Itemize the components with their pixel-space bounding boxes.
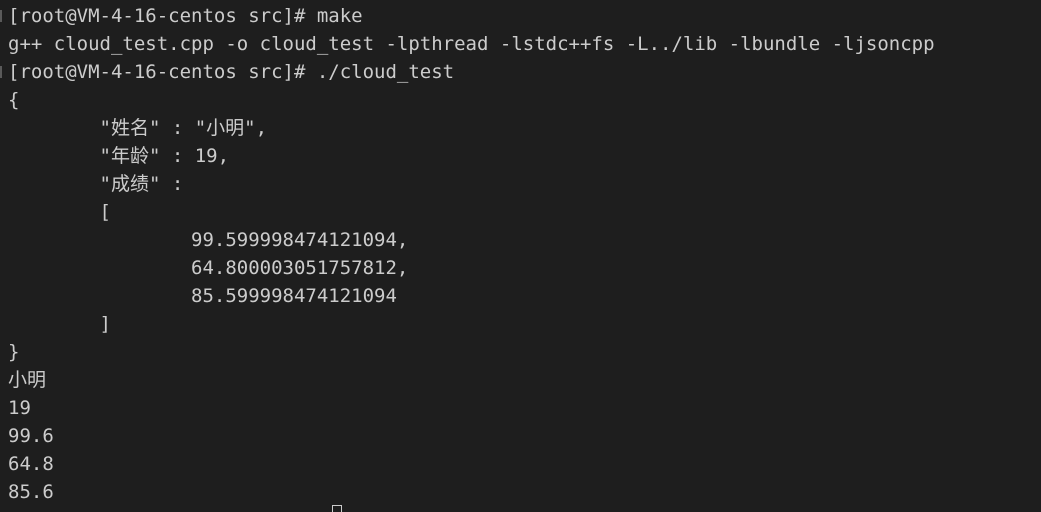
prompt-marker — [0, 66, 2, 78]
output-score: 64.8 — [8, 453, 54, 475]
terminal-output[interactable]: [root@VM-4-16-centos src]# make g++ clou… — [0, 0, 1041, 512]
prompt-line-run: [root@VM-4-16-centos src]# ./cloud_test — [8, 61, 455, 83]
output-name: 小明 — [8, 369, 47, 391]
json-score-value: 99.599998474121094, — [8, 229, 409, 251]
prompt-line-make: [root@VM-4-16-centos src]# make — [8, 5, 363, 27]
json-age-field: "年龄" : 19, — [8, 145, 230, 167]
json-score-key: "成绩" : — [8, 173, 184, 195]
json-open-brace: { — [8, 89, 20, 111]
output-score: 99.6 — [8, 425, 54, 447]
prompt-marker — [0, 10, 2, 22]
terminal-cursor — [332, 505, 342, 512]
json-score-value: 85.599998474121094 — [8, 285, 397, 307]
json-array-open: [ — [8, 201, 111, 223]
compile-command-output: g++ cloud_test.cpp -o cloud_test -lpthre… — [8, 33, 935, 55]
json-score-value: 64.800003051757812, — [8, 257, 409, 279]
json-close-brace: } — [8, 341, 20, 363]
json-name-field: "姓名" : "小明", — [8, 117, 268, 139]
json-array-close: ] — [8, 313, 111, 335]
output-score: 85.6 — [8, 481, 54, 503]
output-age: 19 — [8, 397, 31, 419]
